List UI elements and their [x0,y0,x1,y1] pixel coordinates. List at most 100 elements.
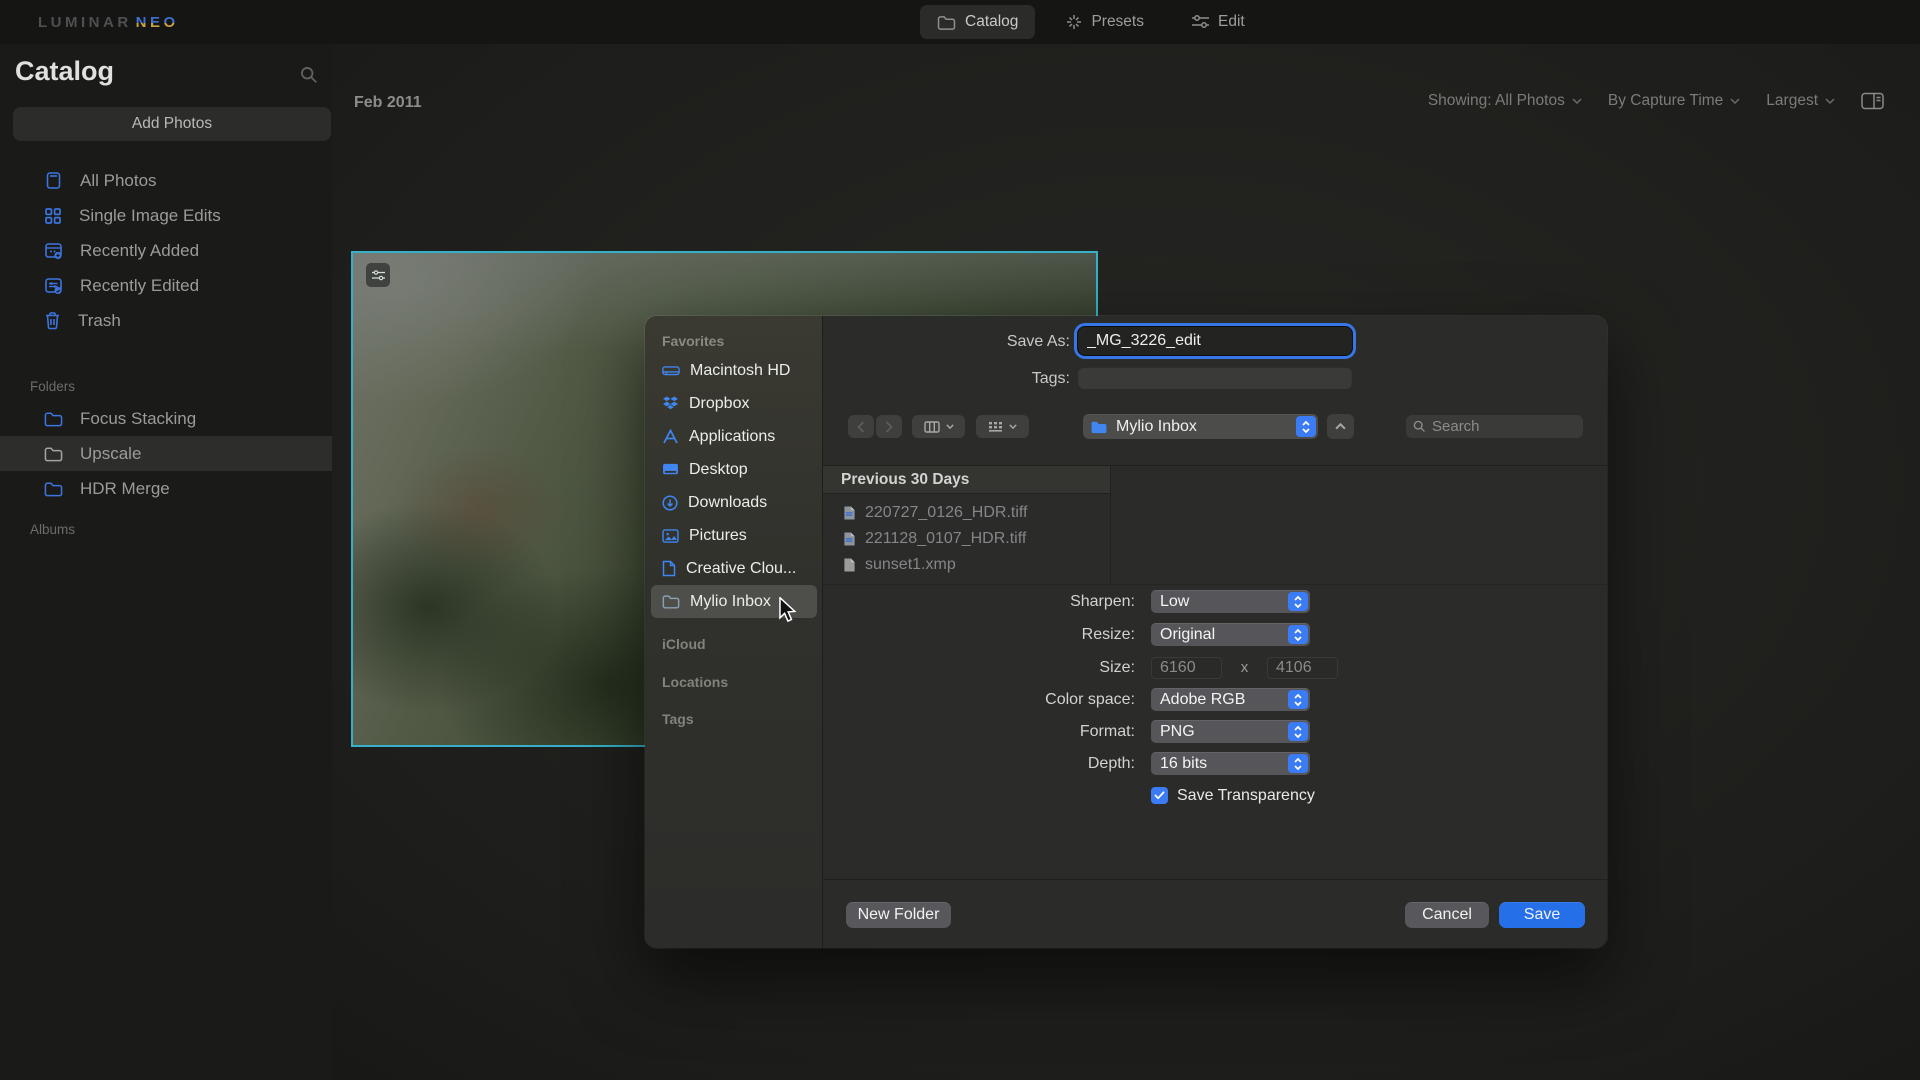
group-icon [988,421,1003,433]
search-icon[interactable] [300,66,318,84]
favorite-label: Desktop [689,461,748,479]
document-icon [662,560,676,577]
height-input[interactable]: 4106 [1267,657,1338,679]
chevron-down-icon [1730,98,1740,104]
mouse-cursor [778,597,797,623]
favorite-label: Applications [689,428,775,446]
adjustments-icon [372,270,385,281]
favorite-downloads[interactable]: Downloads [651,486,817,519]
catalog-nav: All Photos Single Image Edits Recently A… [0,163,332,338]
group-view-button[interactable] [976,415,1029,438]
downloads-icon [662,495,678,511]
file-row[interactable]: 221128_0107_HDR.tiff [823,526,1110,552]
sidebar-item-label: Trash [78,311,121,331]
column-view-button[interactable] [912,415,965,438]
forward-button[interactable] [876,415,902,438]
width-input[interactable]: 6160 [1151,657,1222,679]
colorspace-label: Color space: [645,691,1151,709]
folder-item-label: Upscale [80,444,141,464]
desktop-icon [662,463,679,477]
add-photos-label: Add Photos [132,115,212,133]
format-value: PNG [1160,723,1195,741]
search-input[interactable] [1432,418,1562,435]
location-value: Mylio Inbox [1116,418,1197,436]
resize-select[interactable]: Original [1151,623,1310,646]
favorite-macintosh-hd[interactable]: Macintosh HD [651,354,817,387]
favorite-pictures[interactable]: Pictures [651,519,817,552]
save-button[interactable]: Save [1499,902,1585,928]
favorite-applications[interactable]: Applications [651,420,817,453]
new-folder-button[interactable]: New Folder [846,902,951,928]
folder-icon [44,446,63,462]
back-button[interactable] [848,415,874,438]
sliders-icon [1192,15,1209,29]
filename-input[interactable] [1078,327,1352,355]
tiff-file-icon [843,505,856,521]
depth-value: 16 bits [1160,755,1207,773]
folder-item-hdr-merge[interactable]: HDR Merge [0,471,332,506]
sidebar-item-single-image-edits[interactable]: Single Image Edits [0,198,332,233]
mode-tabs: Catalog Presets Edit [920,5,1262,39]
showing-filter-dropdown[interactable]: Showing: All Photos [1428,92,1582,110]
grid-icon [44,207,62,225]
file-row[interactable]: 220727_0126_HDR.tiff [823,500,1110,526]
format-row: Format: PNG [645,720,1607,743]
favorite-creative-cloud[interactable]: Creative Clou... [651,552,817,585]
logo-luminar: LUMINAR [38,14,132,31]
stepper-icon [1288,722,1308,741]
folder-item-upscale[interactable]: Upscale [0,436,332,471]
divider [823,879,1607,880]
folder-icon [44,481,63,497]
view-options-bar: Showing: All Photos By Capture Time Larg… [1428,92,1884,110]
format-select[interactable]: PNG [1151,720,1310,743]
height-value: 4106 [1276,659,1312,677]
file-name: 221128_0107_HDR.tiff [865,530,1026,548]
location-dropdown[interactable]: Mylio Inbox [1083,414,1318,439]
columns-icon [924,421,940,433]
stepper-icon [1288,592,1308,611]
resize-row: Resize: Original [645,623,1607,646]
sidebar-item-recently-edited[interactable]: Recently Edited [0,268,332,303]
sidebar-item-recently-added[interactable]: Recently Added [0,233,332,268]
edited-badge [366,263,390,287]
sort-label: By Capture Time [1608,92,1723,110]
sidebar-item-label: Recently Edited [80,276,199,296]
folder-icon [937,15,956,30]
tab-edit[interactable]: Edit [1175,5,1262,39]
sidebar-item-trash[interactable]: Trash [0,303,332,338]
format-label: Format: [645,723,1151,741]
search-field[interactable] [1406,415,1583,438]
panel-toggle-icon[interactable] [1861,92,1884,110]
pictures-icon [662,529,679,543]
folder-icon [44,411,63,427]
add-photos-button[interactable]: Add Photos [13,107,331,141]
tags-input[interactable] [1078,367,1352,389]
tags-label: Tags: [823,370,1070,388]
colorspace-select[interactable]: Adobe RGB [1151,688,1310,711]
tab-label: Presets [1091,13,1144,31]
catalog-sidebar: Catalog Add Photos All Photos Single Ima… [0,44,332,1080]
sidebar-item-all-photos[interactable]: All Photos [0,163,332,198]
save-transparency-checkbox[interactable] [1151,787,1168,804]
depth-select[interactable]: 16 bits [1151,752,1310,775]
sort-dropdown[interactable]: By Capture Time [1608,92,1740,110]
favorite-label: Pictures [689,527,747,545]
favorite-dropbox[interactable]: Dropbox [651,387,817,420]
up-directory-button[interactable] [1327,414,1354,439]
folder-icon [1090,420,1108,434]
depth-row: Depth: 16 bits [645,752,1607,775]
folder-item-focus-stacking[interactable]: Focus Stacking [0,401,332,436]
file-name: 220727_0126_HDR.tiff [865,504,1028,522]
date-group-label: Feb 2011 [354,94,422,112]
sidebar-item-label: Recently Added [80,241,199,261]
favorite-desktop[interactable]: Desktop [651,453,817,486]
sharpen-select[interactable]: Low [1151,590,1310,613]
tab-presets[interactable]: Presets [1049,5,1161,39]
cancel-button[interactable]: Cancel [1405,902,1489,928]
tab-catalog[interactable]: Catalog [920,5,1035,39]
wand-icon [1066,14,1082,30]
thumbnail-size-dropdown[interactable]: Largest [1766,92,1835,110]
new-folder-label: New Folder [858,906,940,924]
file-row[interactable]: sunset1.xmp [823,552,1110,578]
page-title: Catalog [15,56,114,87]
